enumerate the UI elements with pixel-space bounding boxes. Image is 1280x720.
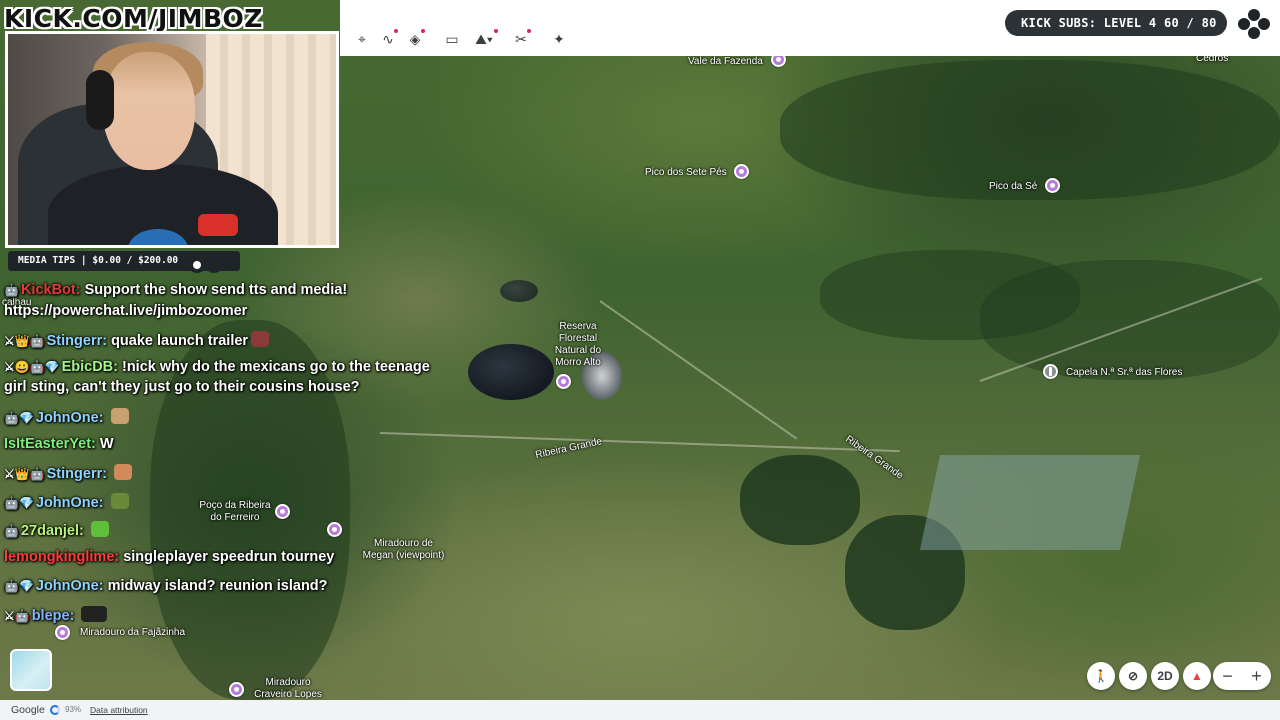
chat-username: 27danjel:	[20, 523, 84, 539]
chat-message: ⚔🤖 blepe:	[4, 606, 108, 624]
place-pin-icon[interactable]	[327, 522, 342, 537]
place-pin-icon[interactable]	[55, 625, 70, 640]
terrain-haze	[919, 455, 1141, 550]
google-logo: Google	[11, 704, 45, 716]
chat-badges-icon: 🤖💎	[4, 411, 34, 425]
webcam-feed	[5, 31, 339, 248]
chat-badges-icon: ⚔👑🤖	[4, 334, 45, 348]
chat-message: ⚔😀🤖💎 EbicDB: !nick why do the mexicans go …	[4, 359, 430, 375]
sparkle-icon[interactable]: ✦	[548, 28, 570, 50]
emote-icon	[114, 464, 133, 480]
place-pin-icon[interactable]	[556, 374, 571, 389]
path-icon[interactable]: ∿	[377, 28, 399, 50]
channel-brand: KICK.COM/JIMBOZ	[4, 4, 263, 33]
tilt-toggle-icon[interactable]: ⊘	[1119, 662, 1147, 690]
map-layer-thumbnail[interactable]	[10, 649, 52, 691]
chat-username: JohnOne:	[35, 410, 104, 426]
road	[599, 300, 798, 440]
emote-icon	[81, 606, 108, 622]
chat-text: https://powerchat.live/jimbozoomer	[4, 303, 248, 319]
image-dropdown-icon[interactable]: ⛰▾	[469, 28, 499, 50]
place-pin-icon[interactable]	[229, 682, 244, 697]
place-label[interactable]: Miradouro Craveiro Lopes	[248, 677, 328, 701]
chat-username: Stingerr:	[46, 466, 108, 482]
chat-text: singleplayer speedrun tourney	[123, 549, 335, 565]
chat-username: KickBot:	[20, 282, 81, 298]
chat-badges-icon: ⚔😀🤖💎	[4, 360, 60, 374]
chat-username: IsItEasterYet:	[4, 436, 96, 452]
chat-badges-icon: ⚔🤖	[4, 609, 30, 623]
kick-subs-badge: KICK SUBS: LEVEL 4 60 / 80	[1005, 10, 1227, 36]
road	[379, 432, 900, 453]
place-label[interactable]: Poço da Ribeira do Ferreiro	[190, 500, 280, 524]
compass-icon[interactable]: ▲	[1183, 662, 1211, 690]
loading-percent: 93%	[65, 705, 82, 714]
emote-icon	[110, 493, 129, 509]
chat-message: ⚔👑🤖 Stingerr: quake launch trailer	[4, 331, 270, 349]
chat-message: 🤖💎 JohnOne:	[4, 408, 129, 426]
chat-badges-icon: 🤖	[4, 283, 19, 297]
chat-badges-icon: 🤖	[4, 524, 19, 538]
place-pin-icon[interactable]	[734, 164, 749, 179]
zoom-in-button[interactable]: +	[1242, 662, 1271, 690]
lake	[468, 344, 554, 400]
place-pin-icon[interactable]	[1045, 178, 1060, 193]
data-attribution-link[interactable]: Data attribution	[90, 705, 148, 715]
chat-badges-icon: ⚔👑🤖	[4, 467, 45, 481]
chat-message: ⚔👑🤖 Stingerr:	[4, 464, 133, 482]
chat-badges-icon: 🤖💎	[4, 496, 34, 510]
ruler-icon[interactable]: ▭	[441, 28, 463, 50]
chat-text: midway island? reunion island?	[107, 578, 328, 594]
emote-icon	[251, 331, 270, 347]
zoom-controls: − +	[1213, 662, 1271, 690]
place-label[interactable]: Miradouro da Fajãzinha	[80, 627, 185, 639]
chat-message: 🤖 27danjel:	[4, 521, 109, 539]
terrain-forest	[780, 60, 1280, 200]
terrain-forest	[740, 455, 860, 545]
chat-message: lemongkinglime: singleplayer speedrun tou…	[4, 549, 334, 565]
place-label[interactable]: Capela N.ª Sr.ª das Flores	[1066, 367, 1182, 379]
loading-ring-icon	[50, 705, 60, 715]
chat-text: quake launch trailer	[111, 333, 249, 349]
place-label[interactable]: Reserva Florestal Natural do Morro Alto	[548, 321, 608, 369]
chat-username: lemongkinglime:	[4, 549, 120, 565]
chat-message: 🤖💎 JohnOne:	[4, 493, 129, 511]
streamer-logo-icon	[188, 257, 223, 273]
zoom-out-button[interactable]: −	[1213, 662, 1242, 690]
chat-message: IsItEasterYet: W	[4, 436, 114, 452]
emote-icon	[110, 408, 129, 424]
chat-username: Stingerr:	[46, 333, 108, 349]
chat-message: 🤖 KickBot: Support the show send tts and m…	[4, 282, 347, 298]
place-pin-icon[interactable]	[275, 504, 290, 519]
location-pin-icon[interactable]: ⌖	[351, 28, 373, 50]
chat-text: Support the show send tts and media!	[84, 282, 348, 298]
chat-username: blepe:	[31, 608, 75, 624]
map-footer: Google 93% Data attribution	[0, 700, 1280, 720]
terrain-forest	[980, 260, 1280, 380]
chat-badges-icon: 🤖💎	[4, 579, 34, 593]
chat-message: 🤖💎 JohnOne: midway island? reunion island?	[4, 578, 328, 594]
place-label[interactable]: Miradouro de Megan (viewpoint)	[356, 538, 451, 562]
chat-message: girl sting, can't they just go to their …	[4, 379, 360, 395]
chat-username: EbicDB:	[61, 359, 118, 375]
chat-username: JohnOne:	[35, 495, 104, 511]
layers-icon[interactable]: ◈	[404, 28, 426, 50]
chat-text: girl sting, can't they just go to their …	[4, 379, 360, 395]
view-2d-button[interactable]: 2D	[1151, 662, 1179, 690]
tools-icon[interactable]: ✂	[510, 28, 532, 50]
place-label[interactable]: Vale da Fazenda	[688, 56, 763, 68]
place-label[interactable]: Pico dos Sete Pés	[645, 167, 727, 179]
chat-username: JohnOne:	[35, 578, 104, 594]
streamer-logo-icon	[1238, 9, 1270, 39]
chat-text: !nick why do the mexicans go to the teen…	[122, 359, 430, 375]
chat-message: https://powerchat.live/jimbozoomer	[4, 303, 247, 319]
chat-text: W	[99, 436, 114, 452]
church-pin-icon[interactable]	[1043, 364, 1058, 379]
pegman-icon[interactable]: 🚶	[1087, 662, 1115, 690]
emote-icon	[90, 521, 109, 537]
place-label[interactable]: Pico da Sé	[989, 181, 1037, 193]
crater	[500, 280, 538, 302]
